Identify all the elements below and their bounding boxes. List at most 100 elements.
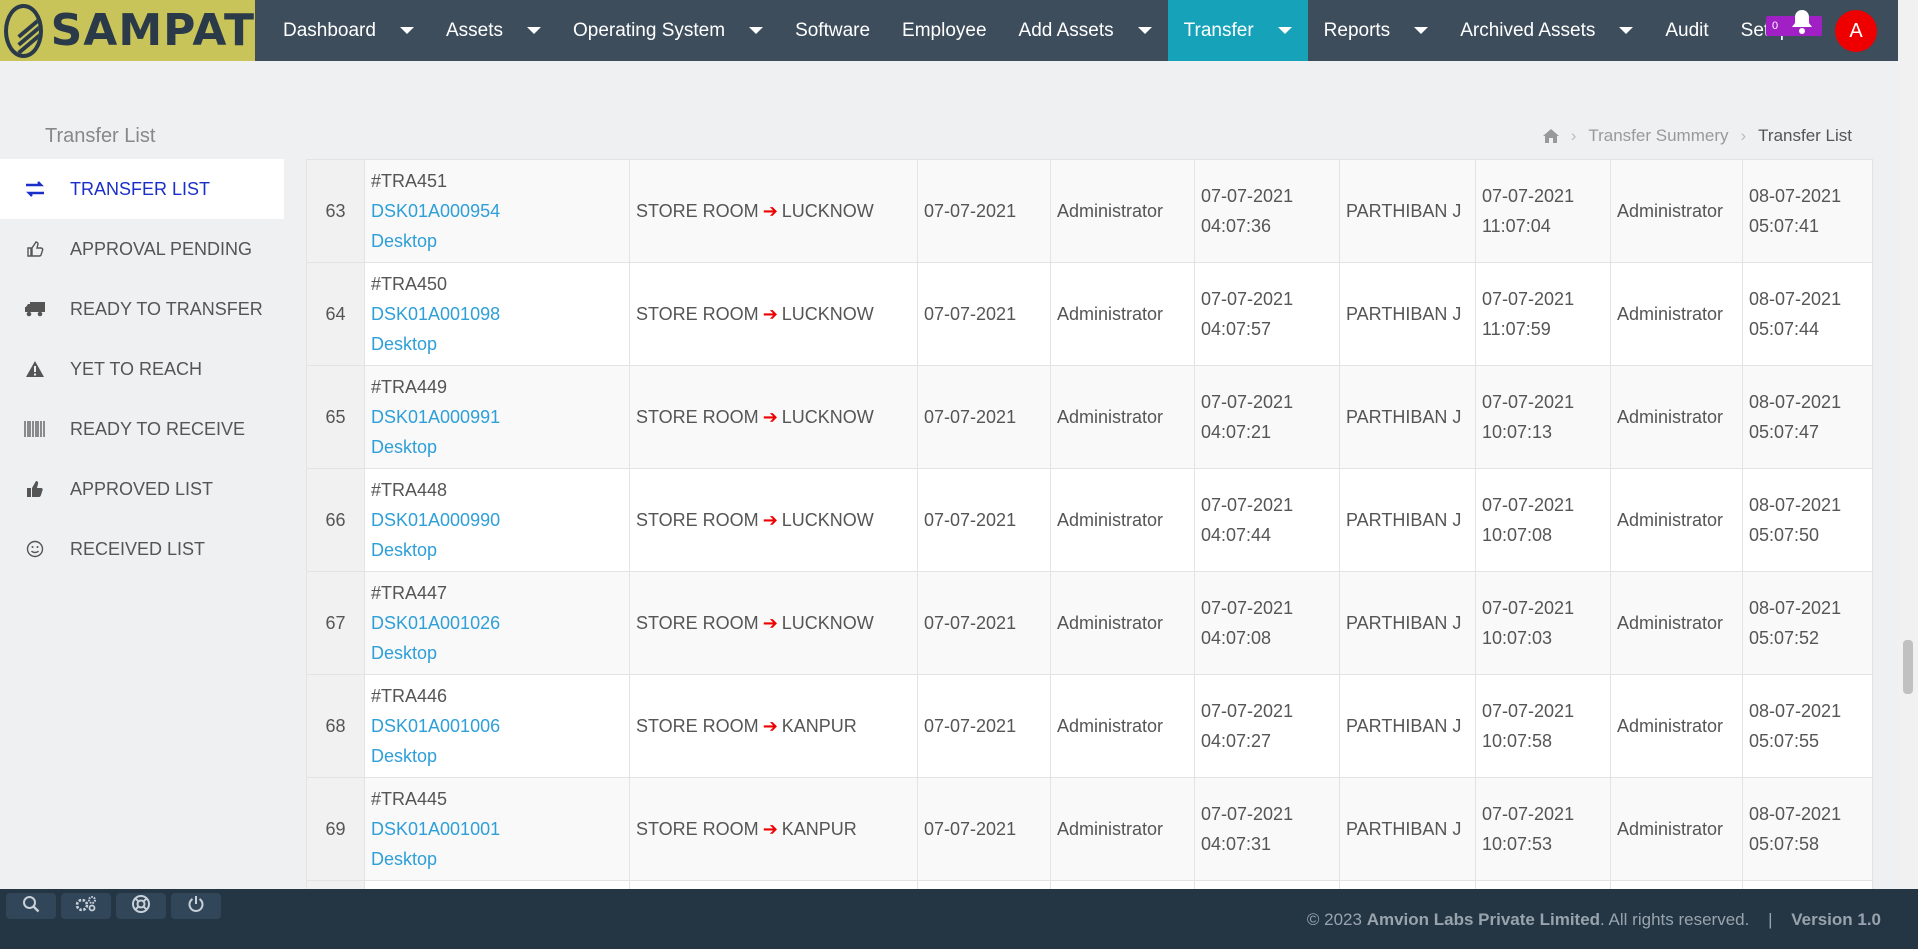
route-from: STORE ROOM (636, 406, 759, 427)
nav-label: Assets (445, 19, 503, 41)
requested-by: Administrator (1050, 262, 1195, 366)
lifebuoy-button[interactable] (116, 893, 166, 919)
nav-label: Employee (902, 19, 987, 41)
route-to: LUCKNOW (781, 612, 874, 633)
nav-archived-assets[interactable]: Archived Assets (1444, 0, 1649, 61)
asset-code-link[interactable]: DSK01A001001 (371, 819, 500, 839)
nav-label: Archived Assets (1460, 19, 1596, 41)
route-from: STORE ROOM (636, 200, 759, 221)
asset-type-link[interactable]: Desktop (371, 746, 437, 766)
breadcrumb-parent[interactable]: Transfer Summery (1588, 126, 1728, 146)
sidebar-item-approved-list[interactable]: APPROVED LIST (0, 459, 284, 519)
asset-type-link[interactable]: Desktop (371, 231, 437, 251)
asset-code-link[interactable]: DSK01A000991 (371, 407, 500, 427)
table-row: 66 #TRA448 DSK01A000990 Desktop STORE ROOM ➔ L… (306, 468, 1873, 572)
asset-code-link[interactable]: DSK01A001026 (371, 613, 500, 633)
asset-type-link[interactable]: Desktop (371, 334, 437, 354)
time-text: 04:07:08 (1201, 628, 1272, 648)
received-by: Administrator (1610, 468, 1743, 572)
nav-employee[interactable]: Employee (886, 0, 1003, 61)
requested-by-text: Administrator (1057, 509, 1164, 530)
asset-type-link[interactable]: Desktop (371, 437, 437, 457)
sidebar-item-ready-to-receive[interactable]: READY TO RECEIVE (0, 399, 284, 459)
date-text: 07-07-2021 (1482, 186, 1575, 206)
nav-add-assets[interactable]: Add Assets (1003, 0, 1168, 61)
user-avatar[interactable]: A (1835, 10, 1877, 52)
brand-logo[interactable]: SAMPAT (0, 0, 255, 61)
requested-by: Administrator (1050, 571, 1195, 675)
table-cell (1475, 880, 1611, 889)
transfer-date-text: 07-07-2021 (924, 715, 1017, 736)
employee-text: PARTHIBAN J (1346, 612, 1462, 633)
date-text: 08-07-2021 (1749, 804, 1842, 824)
asset-type-link[interactable]: Desktop (371, 849, 437, 869)
row-number-text: 69 (325, 818, 346, 839)
home-icon[interactable] (1542, 129, 1559, 143)
brand-name: SAMPAT (50, 5, 255, 56)
time-text: 04:07:27 (1201, 731, 1272, 751)
asset-type-link[interactable]: Desktop (371, 643, 437, 663)
sidebar-item-label: TRANSFER LIST (70, 178, 211, 199)
nav-reports[interactable]: Reports (1308, 0, 1445, 61)
row-number: 63 (306, 159, 365, 263)
nav-assets[interactable]: Assets (430, 0, 557, 61)
approved-datetime: 07-07-2021 10:07:13 (1475, 365, 1611, 469)
employee: PARTHIBAN J (1339, 777, 1476, 881)
sidebar-item-approval-pending[interactable]: APPROVAL PENDING (0, 219, 284, 279)
sidebar-item-yet-to-reach[interactable]: YET TO REACH (0, 339, 284, 399)
date-text: 07-07-2021 (1482, 598, 1575, 618)
transfer-id: #TRA446 (371, 686, 448, 706)
main-nav: Dashboard Assets Operating System Software E… (267, 0, 1806, 61)
version-label: Version 1.0 (1791, 910, 1881, 929)
notifications[interactable]: 0 (1766, 8, 1822, 38)
employee: PARTHIBAN J (1339, 468, 1476, 572)
exchange-icon (22, 180, 48, 198)
gears-icon (75, 895, 97, 918)
requested-datetime: 07-07-2021 04:07:27 (1194, 674, 1340, 778)
bell-icon (1792, 10, 1812, 34)
asset-code-link[interactable]: DSK01A001006 (371, 716, 500, 736)
date-text: 08-07-2021 (1749, 392, 1842, 412)
sidebar-item-transfer-list[interactable]: TRANSFER LIST (0, 159, 284, 219)
asset-code-link[interactable]: DSK01A000954 (371, 201, 500, 221)
approved-datetime: 07-07-2021 10:07:08 (1475, 468, 1611, 572)
page-scrollbar[interactable] (1898, 0, 1918, 889)
requested-by: Administrator (1050, 674, 1195, 778)
nav-software[interactable]: Software (779, 0, 886, 61)
row-number-text: 64 (325, 303, 346, 324)
time-text: 04:07:21 (1201, 422, 1272, 442)
nav-transfer[interactable]: Transfer (1167, 0, 1308, 61)
asset-code-link[interactable]: DSK01A001098 (371, 304, 500, 324)
asset-type-link[interactable]: Desktop (371, 540, 437, 560)
requested-by: Administrator (1050, 365, 1195, 469)
transfer-date: 07-07-2021 (917, 571, 1051, 675)
company-name: Amvion Labs Private Limited (1366, 910, 1601, 929)
route-cell: STORE ROOM ➔ LUCKNOW (629, 468, 918, 572)
smile-icon (22, 540, 48, 558)
nav-label: Reports (1323, 19, 1391, 41)
route-to: KANPUR (781, 715, 857, 736)
sidebar: TRANSFER LIST APPROVAL PENDING READY TO TR… (0, 159, 284, 889)
asset-cell: #TRA447 DSK01A001026 Desktop (364, 571, 630, 675)
nav-operating-system[interactable]: Operating System (557, 0, 779, 61)
route-cell: STORE ROOM ➔ LUCKNOW (629, 365, 918, 469)
arrow-right-icon: ➔ (762, 715, 778, 736)
sidebar-item-received-list[interactable]: RECEIVED LIST (0, 519, 284, 579)
thumbs-up-outline-icon (22, 240, 48, 258)
power-button[interactable] (171, 893, 221, 919)
search-button[interactable] (6, 893, 56, 919)
asset-code-link[interactable]: DSK01A000990 (371, 510, 500, 530)
sidebar-item-label: RECEIVED LIST (70, 538, 206, 559)
requested-datetime: 07-07-2021 04:07:36 (1194, 159, 1340, 263)
sidebar-item-ready-to-transfer[interactable]: READY TO TRANSFER (0, 279, 284, 339)
requested-datetime: 07-07-2021 04:07:08 (1194, 571, 1340, 675)
gears-button[interactable] (61, 893, 111, 919)
scrollbar-thumb[interactable] (1903, 640, 1913, 694)
nav-audit[interactable]: Audit (1649, 0, 1724, 61)
route-to: LUCKNOW (781, 509, 874, 530)
table-cell (917, 880, 1051, 889)
time-text: 05:07:47 (1749, 422, 1820, 442)
received-by-text: Administrator (1617, 715, 1724, 736)
table-row: 67 #TRA447 DSK01A001026 Desktop STORE ROOM ➔ L… (306, 571, 1873, 675)
nav-dashboard[interactable]: Dashboard (267, 0, 430, 61)
